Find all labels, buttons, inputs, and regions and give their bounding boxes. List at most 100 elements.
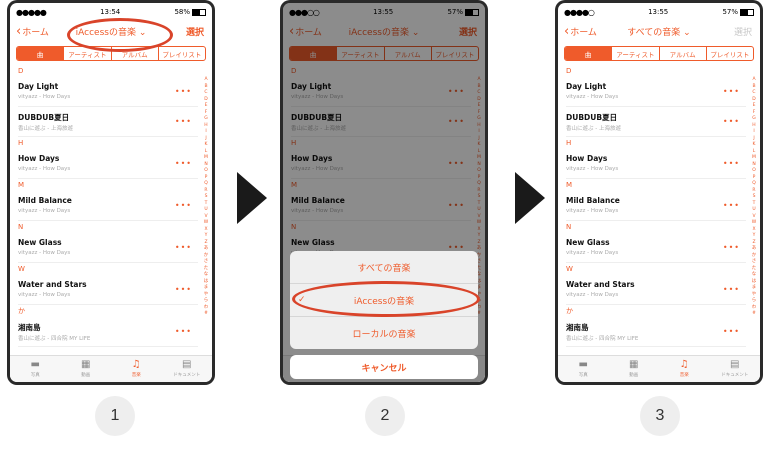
library-picker[interactable]: すべての音楽 ⌄: [627, 25, 690, 38]
more-button[interactable]: •••: [175, 159, 192, 168]
index-letter[interactable]: さ: [204, 259, 209, 264]
cancel-button[interactable]: キャンセル: [290, 355, 478, 379]
index-letter[interactable]: X: [204, 227, 207, 232]
song-row[interactable]: Water and Stars vityazz - How Days •••: [566, 275, 746, 305]
index-letter[interactable]: H: [752, 123, 755, 128]
select-button[interactable]: 選択: [186, 25, 204, 38]
index-letter[interactable]: わ: [204, 305, 209, 310]
tab-video[interactable]: ▦ 動画: [61, 356, 112, 382]
index-letter[interactable]: B: [752, 84, 755, 89]
index-letter[interactable]: V: [752, 214, 755, 219]
index-letter[interactable]: K: [205, 142, 208, 147]
index-letter[interactable]: A: [752, 77, 755, 82]
song-row[interactable]: Water and Stars vityazz - How Days •••: [18, 275, 198, 305]
index-letter[interactable]: T: [753, 201, 756, 206]
tab-document[interactable]: ▤ ドキュメント: [162, 356, 213, 382]
index-letter[interactable]: や: [204, 292, 209, 297]
select-button[interactable]: 選択: [734, 25, 752, 38]
back-button[interactable]: ‹ ホーム: [16, 25, 49, 38]
section-index[interactable]: A B C D E F G H I J K L M N O P Q R S T U V W X Y Z あかさたなはまやらわ #: [751, 77, 757, 316]
tab-photo[interactable]: ▬ 写真: [558, 356, 609, 382]
index-letter[interactable]: O: [752, 168, 756, 173]
section-index[interactable]: A B C D E F G H I J K L M N O P Q R S T U V W X Y Z あかさたなはまやらわ #: [203, 77, 209, 316]
tab-music-note[interactable]: ♫ 音楽: [111, 356, 162, 382]
more-button[interactable]: •••: [175, 87, 192, 96]
index-letter[interactable]: #: [204, 311, 208, 316]
index-letter[interactable]: X: [752, 227, 755, 232]
song-row[interactable]: New Glass vityazz - How Days •••: [566, 233, 746, 263]
index-letter[interactable]: た: [752, 266, 757, 271]
index-letter[interactable]: ま: [204, 285, 209, 290]
index-letter[interactable]: ま: [752, 285, 757, 290]
song-row[interactable]: New Glass vityazz - How Days •••: [18, 233, 198, 263]
index-letter[interactable]: あ: [752, 246, 757, 251]
segment-0[interactable]: 曲: [565, 47, 612, 60]
index-letter[interactable]: た: [204, 266, 209, 271]
tab-document[interactable]: ▤ ドキュメント: [710, 356, 761, 382]
song-row[interactable]: Mild Balance vityazz - How Days •••: [18, 191, 198, 221]
index-letter[interactable]: E: [753, 103, 756, 108]
segment-0[interactable]: 曲: [17, 47, 64, 60]
index-letter[interactable]: L: [205, 149, 208, 154]
index-letter[interactable]: ら: [204, 298, 209, 303]
song-row[interactable]: DUBDUB夏日 香山に遊ぶ - 上海旅遊 •••: [18, 107, 198, 137]
index-letter[interactable]: O: [204, 168, 208, 173]
more-button[interactable]: •••: [723, 243, 740, 252]
index-letter[interactable]: Q: [204, 181, 208, 186]
more-button[interactable]: •••: [723, 87, 740, 96]
index-letter[interactable]: P: [205, 175, 208, 180]
tab-music-note[interactable]: ♫ 音楽: [659, 356, 710, 382]
index-letter[interactable]: は: [204, 279, 209, 284]
index-letter[interactable]: R: [204, 188, 207, 193]
index-letter[interactable]: U: [204, 207, 207, 212]
more-button[interactable]: •••: [175, 285, 192, 294]
index-letter[interactable]: M: [752, 155, 756, 160]
song-row[interactable]: Day Light vityazz - How Days •••: [566, 77, 746, 107]
index-letter[interactable]: や: [752, 292, 757, 297]
index-letter[interactable]: H: [204, 123, 207, 128]
song-row[interactable]: 湘南島香山に遊ぶ - 四合院 MY LIFE •••: [18, 317, 198, 347]
index-letter[interactable]: I: [753, 129, 754, 134]
index-letter[interactable]: F: [753, 110, 756, 115]
index-letter[interactable]: T: [205, 201, 208, 206]
index-letter[interactable]: Z: [204, 240, 207, 245]
index-letter[interactable]: N: [752, 162, 755, 167]
index-letter[interactable]: Z: [752, 240, 755, 245]
index-letter[interactable]: C: [204, 90, 207, 95]
index-letter[interactable]: か: [204, 253, 209, 258]
index-letter[interactable]: A: [204, 77, 207, 82]
segment-2[interactable]: アルバム: [110, 47, 158, 60]
index-letter[interactable]: I: [205, 129, 206, 134]
index-letter[interactable]: G: [752, 116, 756, 121]
sheet-option-2[interactable]: ローカルの音楽: [290, 317, 478, 349]
song-row[interactable]: Mild Balance vityazz - How Days •••: [566, 191, 746, 221]
more-button[interactable]: •••: [175, 201, 192, 210]
song-row[interactable]: How Days vityazz - How Days •••: [18, 149, 198, 179]
segment-1[interactable]: アーティスト: [63, 47, 110, 60]
index-letter[interactable]: S: [753, 194, 756, 199]
index-letter[interactable]: C: [752, 90, 755, 95]
index-letter[interactable]: U: [752, 207, 755, 212]
index-letter[interactable]: D: [204, 97, 207, 102]
index-letter[interactable]: さ: [752, 259, 757, 264]
more-button[interactable]: •••: [723, 117, 740, 126]
index-letter[interactable]: V: [204, 214, 207, 219]
segment-1[interactable]: アーティスト: [611, 47, 658, 60]
index-letter[interactable]: L: [753, 149, 756, 154]
index-letter[interactable]: な: [204, 272, 209, 277]
index-letter[interactable]: J: [205, 136, 206, 141]
index-letter[interactable]: F: [205, 110, 208, 115]
song-row[interactable]: Day Light vityazz - How Days •••: [18, 77, 198, 107]
segment-3[interactable]: プレイリスト: [705, 47, 753, 60]
index-letter[interactable]: Q: [752, 181, 756, 186]
index-letter[interactable]: W: [752, 220, 756, 225]
index-letter[interactable]: ら: [752, 298, 757, 303]
more-button[interactable]: •••: [723, 285, 740, 294]
index-letter[interactable]: P: [753, 175, 756, 180]
more-button[interactable]: •••: [175, 327, 192, 336]
segment-3[interactable]: プレイリスト: [157, 47, 205, 60]
index-letter[interactable]: な: [752, 272, 757, 277]
more-button[interactable]: •••: [175, 243, 192, 252]
sheet-option-0[interactable]: すべての音楽: [290, 251, 478, 284]
index-letter[interactable]: Y: [753, 233, 756, 238]
